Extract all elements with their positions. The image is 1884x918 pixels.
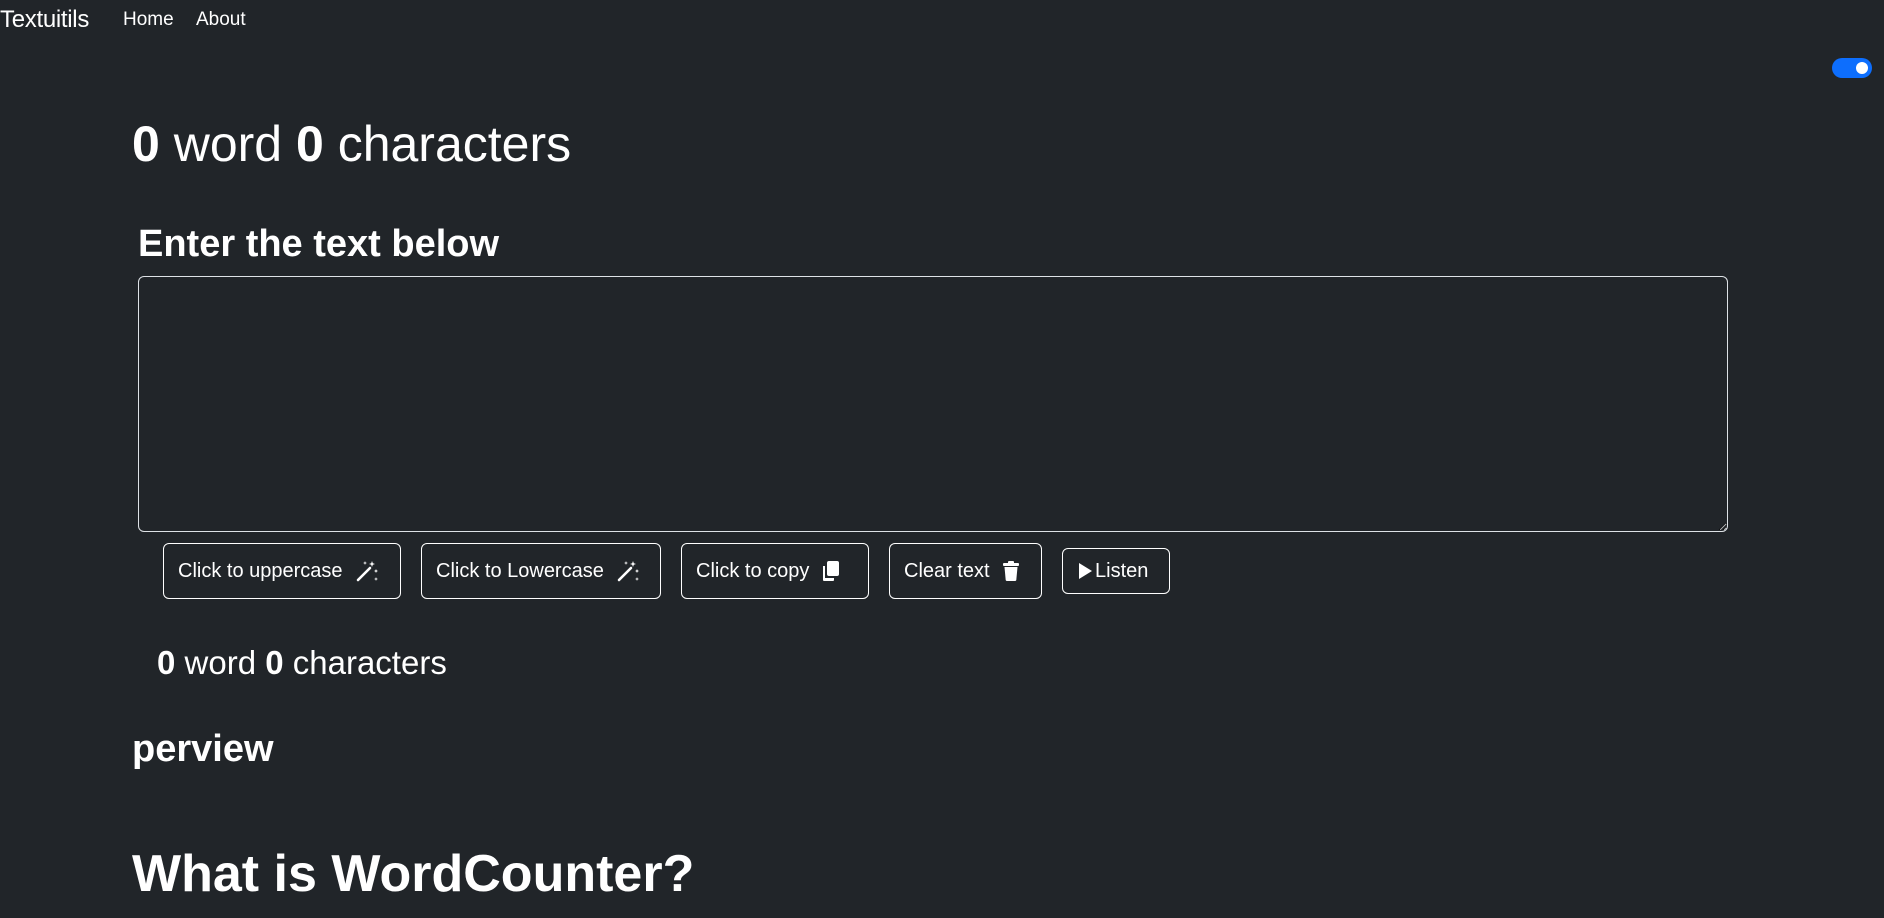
dark-mode-toggle[interactable]	[1832, 58, 1872, 78]
lowercase-button-label: Click to Lowercase	[436, 559, 604, 582]
copy-button-label: Click to copy	[696, 559, 810, 582]
play-icon	[1077, 562, 1093, 580]
clear-text-button-label: Clear text	[904, 559, 990, 582]
magic-wand-icon	[355, 559, 379, 583]
clear-text-button[interactable]: Clear text	[889, 543, 1042, 599]
word-count-summary-top: 0 word 0 characters	[132, 112, 571, 176]
trash-icon	[1002, 560, 1020, 582]
lowercase-button[interactable]: Click to Lowercase	[421, 543, 661, 599]
word-count-bottom: 0	[157, 644, 176, 681]
nav-link-about[interactable]: About	[196, 9, 246, 31]
form-heading: Enter the text below	[138, 223, 500, 265]
listen-button-label: Listen	[1095, 559, 1149, 582]
char-label-bottom: characters	[283, 644, 447, 681]
listen-button[interactable]: Listen	[1062, 548, 1170, 594]
char-label-top: characters	[323, 116, 572, 172]
copy-icon	[821, 560, 841, 582]
preview-heading: perview	[132, 728, 274, 770]
word-label-top: word	[159, 116, 296, 172]
text-input-area[interactable]	[138, 276, 1728, 532]
uppercase-button-label: Click to uppercase	[178, 559, 343, 582]
word-count-summary-bottom: 0 word 0 characters	[157, 642, 447, 684]
char-count-top: 0	[295, 116, 324, 172]
toggle-knob	[1856, 62, 1868, 74]
about-heading: What is WordCounter?	[132, 845, 695, 903]
word-count-top: 0	[132, 116, 160, 172]
navbar: Textuitils Home About	[0, 0, 1884, 40]
uppercase-button[interactable]: Click to uppercase	[163, 543, 401, 599]
word-label-bottom: word	[175, 644, 266, 681]
magic-wand-icon	[616, 559, 640, 583]
copy-button[interactable]: Click to copy	[681, 543, 869, 599]
nav-link-home[interactable]: Home	[123, 9, 174, 31]
brand-link[interactable]: Textuitils	[0, 6, 89, 34]
char-count-bottom: 0	[265, 644, 284, 681]
